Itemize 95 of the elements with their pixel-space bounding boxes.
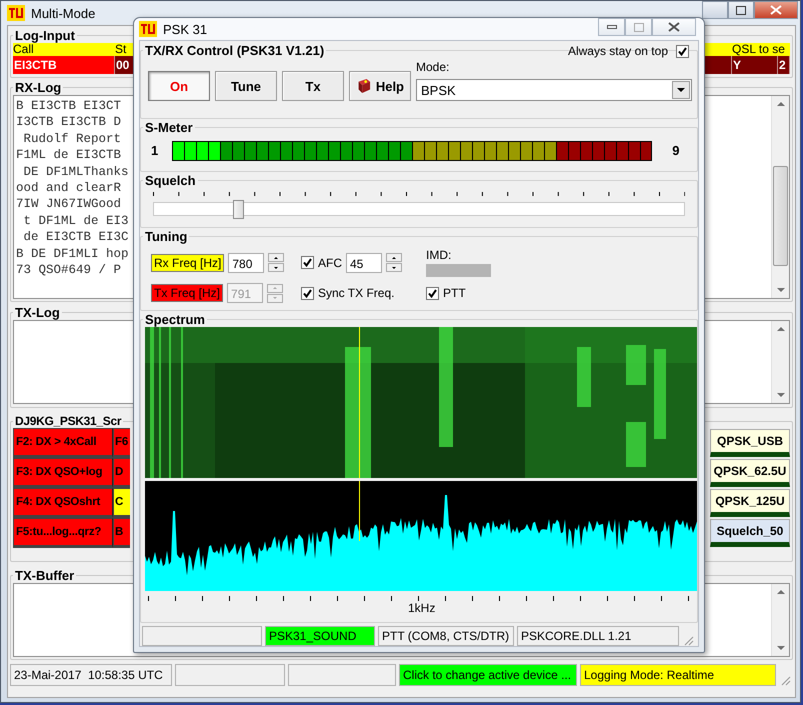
macro-button[interactable]: QPSK_125U [710,489,790,517]
imd-indicator [426,264,491,278]
checkbox-label: Sync TX Freq. [318,286,394,300]
maximize-icon [634,22,644,32]
macro-button[interactable]: D [113,458,130,488]
table-cell: 2 [778,56,790,74]
log-line: I3CTB EI3CTB D [16,114,122,131]
column-header: Call [13,43,115,56]
window-title: PSK 31 [163,22,208,36]
checkbox[interactable] [301,286,314,300]
field-label: Mode: [416,60,450,74]
minimize-icon [606,24,616,30]
macro-button[interactable]: QPSK_USB [710,429,790,457]
group-title: DJ9KG_PSK31_Scr [14,414,122,428]
macro-button[interactable]: F5:tu...log...qrz? [13,518,113,548]
group-title: Squelch [144,172,197,188]
book-icon [356,77,372,95]
field-label: Rx Freq [Hz] [151,254,224,272]
macro-button[interactable]: Squelch_50 [710,519,790,547]
checkbox-label: PTT [443,286,466,300]
window-title: Multi-Mode [31,6,96,20]
log-line: F1ML de EI3CTB [16,147,122,164]
close-button[interactable] [754,1,798,19]
close-button[interactable] [652,18,696,36]
group-title: S-Meter [144,120,194,135]
help-button[interactable]: Help [349,71,411,101]
log-line: B EI3CTB EI3CT [16,98,122,114]
table-cell: Y [732,56,778,74]
scrollbar[interactable] [771,321,789,403]
status-text: PSKCORE.DLL 1.21 [517,626,679,646]
axis-label: 1kHz [408,601,436,616]
app-icon [139,21,157,37]
log-line: t DF1ML de EI3 [22,212,129,230]
table-cell: 00 [115,56,135,74]
status-text: PSK31_SOUND [265,626,375,646]
table-cell: EI3CTB [13,56,115,74]
log-line: DE DF1MLThanks [22,164,129,180]
group-title: TX-Buffer [14,568,76,583]
input-field[interactable]: 780 [228,252,264,273]
checkbox[interactable] [676,44,689,58]
mode-dropdown[interactable]: BPSK [416,79,692,101]
resize-grip[interactable] [682,634,694,646]
log-line: 7IW JN67IWGood [16,196,122,213]
close-icon [668,22,680,32]
spin-down-button[interactable] [267,294,284,303]
macro-button[interactable]: B [113,518,130,548]
toggle-button[interactable]: Tx [282,71,344,101]
slider-thumb[interactable] [233,200,244,219]
status-text: 23-Mai-2017 10:58:35 UTC [10,664,172,686]
spin-up-button[interactable] [268,253,284,262]
group-title: TX/RX Control (PSK31 V1.21) [144,43,326,58]
checkbox[interactable] [301,256,314,270]
spin-up-button[interactable] [267,284,284,293]
checkbox-label: AFC [318,256,342,270]
spin-down-button[interactable] [386,263,402,272]
macro-button[interactable]: QPSK_62.5U [710,459,790,487]
field-label: IMD: [426,248,452,262]
macro-button[interactable]: F2: DX > 4xCall [13,428,113,458]
spin-down-button[interactable] [268,263,284,272]
log-line: B DE DF1MLI hop [16,246,129,262]
group-title: RX-Log [14,80,62,95]
maximize-button[interactable] [728,1,754,19]
group-title: Log-Input [14,28,76,43]
maximize-icon [736,6,746,14]
group-title: TX-Log [14,305,61,320]
toggle-button[interactable]: Tune [215,71,277,101]
column-header: QSL to se [732,43,790,56]
status-text: Logging Mode: Realtime [580,664,776,686]
status-text: PTT (COM8, CTS/DTR) [378,626,514,646]
log-line: de EI3CTB EI3C [22,229,129,246]
log-line: Rudolf Report [22,130,122,148]
spin-up-button[interactable] [386,253,402,262]
input-field[interactable]: 45 [346,252,382,273]
scrollbar[interactable] [771,584,789,656]
scrollbar[interactable] [771,96,789,298]
app-icon [7,5,25,21]
column-header: St [115,43,135,56]
log-line: 73 QSO#649 / P [16,262,122,278]
field-label: Tx Freq [Hz] [151,284,224,302]
status-text[interactable]: Click to change active device ... [399,664,577,686]
scale-label: 1 [151,143,158,158]
checkbox-label: Always stay on top [568,44,668,58]
macro-button[interactable]: F3: DX QSO+log [13,458,113,488]
macro-button[interactable]: F6 [113,428,130,458]
scale-label: 9 [672,143,680,158]
log-line: ood and clearR [16,180,122,196]
checkbox[interactable] [426,286,439,300]
macro-button[interactable]: F4: DX QSOshrt [13,488,113,518]
close-icon [770,5,782,15]
group-title: Spectrum [144,312,206,328]
minimize-button[interactable] [598,18,625,36]
group-title: Tuning [144,229,188,244]
toggle-button[interactable]: On [148,71,210,101]
resize-grip[interactable] [779,674,791,686]
macro-button[interactable]: C [113,488,130,518]
